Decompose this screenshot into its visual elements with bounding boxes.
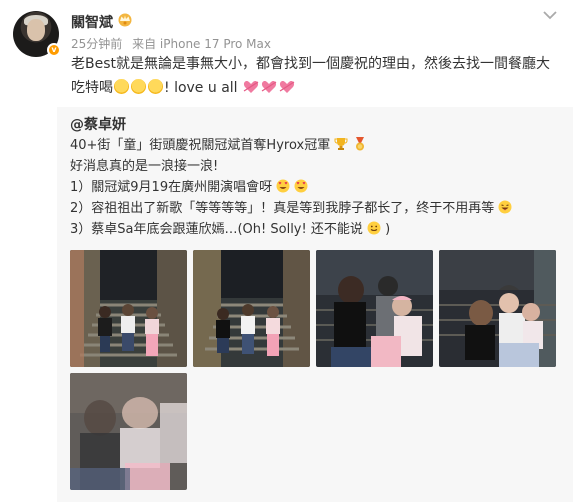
photo-3[interactable] — [316, 250, 433, 367]
heart-emoji-icon — [279, 80, 295, 93]
heart-eyes-emoji-icon — [276, 179, 290, 193]
repost-line-5-text: 3）蔡卓Sa年底会跟蓮欣嫣…(Oh! Solly! 还不能说 — [70, 222, 363, 237]
repost-line-1: 40+街「童」街頭慶祝關冠斌首奪Hyrox冠軍 — [70, 136, 367, 156]
username[interactable]: 關智斌 — [71, 12, 113, 32]
repost-line-5-paren: ) — [385, 222, 391, 237]
post-meta: 25分钟前 来自 iPhone 17 Pro Max — [71, 35, 277, 52]
repost-user-line: @蔡卓妍 — [70, 115, 126, 135]
post-text-tail: ! love u all — [164, 80, 238, 96]
vip-crown-icon[interactable] — [116, 12, 134, 27]
laughing-emoji-icon — [148, 79, 163, 94]
repost-line-3-text: 1）關冠斌9月19在廣州開演唱會呀 — [70, 180, 273, 195]
laughing-emoji-icon — [114, 79, 129, 94]
repost-card[interactable]: @蔡卓妍 40+街「童」街頭慶祝關冠斌首奪Hyrox冠軍 好消息真的是一浪接一浪… — [57, 107, 573, 502]
grinning-emoji-icon — [498, 200, 512, 214]
photo-1[interactable] — [70, 250, 187, 367]
heart-eyes-emoji-icon — [294, 179, 308, 193]
repost-line-2: 好消息真的是一浪接一浪! — [70, 157, 218, 177]
post-text-cont: 喝 — [99, 80, 113, 96]
photo-1-image — [70, 250, 187, 367]
post-header: v 關智斌 25分钟前 来自 iPhone 17 Pro Max — [0, 0, 573, 58]
photo-2[interactable] — [193, 250, 310, 367]
post-source: 来自 iPhone 17 Pro Max — [132, 37, 271, 51]
photo-4[interactable] — [439, 250, 556, 367]
post-text: 老Best就是無論是事無大小，都會找到一個慶祝的理由，然後去找一間餐廳大吃特喝!… — [71, 52, 551, 100]
repost-user[interactable]: @蔡卓妍 — [70, 117, 126, 133]
repost-line-1-text: 40+街「童」街頭慶祝關冠斌首奪Hyrox冠軍 — [70, 138, 331, 153]
photo-5-image — [70, 373, 187, 490]
repost-line-5: 3）蔡卓Sa年底会跟蓮欣嫣…(Oh! Solly! 还不能说 ) — [70, 220, 390, 240]
chevron-down-icon[interactable] — [542, 10, 558, 20]
photo-3-image — [316, 250, 433, 367]
photo-5[interactable] — [70, 373, 187, 490]
photo-4-image — [439, 250, 556, 367]
laughing-emoji-icon — [131, 79, 146, 94]
post-time[interactable]: 25分钟前 — [71, 37, 122, 51]
repost-line-4: 2）容祖祖出了新歌「等等等等」！真是等到我脖子都长了，终于不用再等 — [70, 199, 512, 219]
avatar-face — [27, 19, 45, 41]
trophy-emoji-icon — [334, 138, 348, 150]
heart-emoji-icon — [243, 80, 259, 93]
medal-emoji-icon — [355, 137, 364, 151]
heart-emoji-icon — [261, 80, 277, 93]
verified-badge-icon: v — [47, 43, 61, 57]
repost-line-3: 1）關冠斌9月19在廣州開演唱會呀 — [70, 178, 308, 198]
repost-line-4-text: 2）容祖祖出了新歌「等等等等」！真是等到我脖子都长了，终于不用再等 — [70, 201, 495, 216]
repost-line-2-text: 好消息真的是一浪接一浪! — [70, 159, 219, 174]
grinning-emoji-icon — [367, 221, 381, 235]
photo-2-image — [193, 250, 310, 367]
